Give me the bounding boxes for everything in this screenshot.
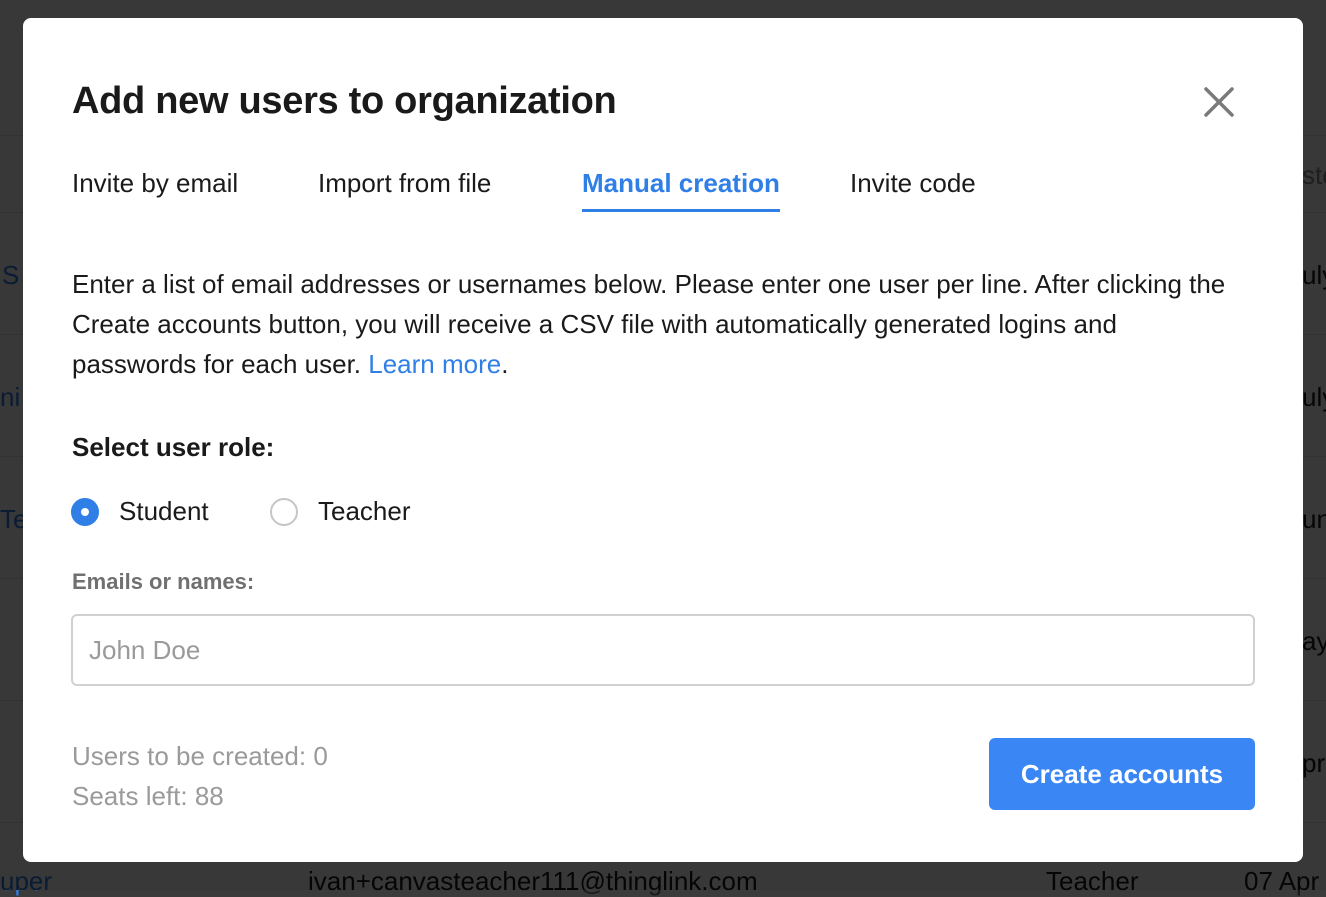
tab-invite-by-email[interactable]: Invite by email <box>72 168 238 209</box>
counts: Users to be created: 0 Seats left: 88 <box>72 736 328 816</box>
emails-input[interactable] <box>71 614 1255 686</box>
role-option-teacher[interactable]: Teacher <box>270 496 411 527</box>
tab-manual-creation[interactable]: Manual creation <box>582 168 780 212</box>
role-label: Select user role: <box>72 432 275 462</box>
description-body: Enter a list of email addresses or usern… <box>72 269 1226 379</box>
teacher-radio[interactable] <box>270 497 298 526</box>
modal-title: Add new users to organization <box>72 80 617 122</box>
tab-invite-code[interactable]: Invite code <box>850 168 976 209</box>
role-option-student[interactable]: Student <box>71 496 209 527</box>
create-accounts-button[interactable]: Create accounts <box>989 738 1255 810</box>
description-end: . <box>501 349 509 379</box>
student-radio-label: Student <box>119 496 209 526</box>
description-text: Enter a list of email addresses or usern… <box>72 264 1232 384</box>
learn-more-link[interactable]: Learn more <box>368 349 501 379</box>
users-to-be-created: Users to be created: 0 <box>72 741 328 771</box>
tab-import-from-file[interactable]: Import from file <box>318 168 491 209</box>
teacher-radio-label: Teacher <box>318 496 411 526</box>
close-icon <box>1204 87 1234 117</box>
seats-left: Seats left: 88 <box>72 781 224 811</box>
add-users-modal: Add new users to organization Invite by … <box>23 18 1303 862</box>
close-button[interactable] <box>1199 82 1239 122</box>
emails-label: Emails or names: <box>72 569 255 594</box>
student-radio[interactable] <box>71 497 99 526</box>
